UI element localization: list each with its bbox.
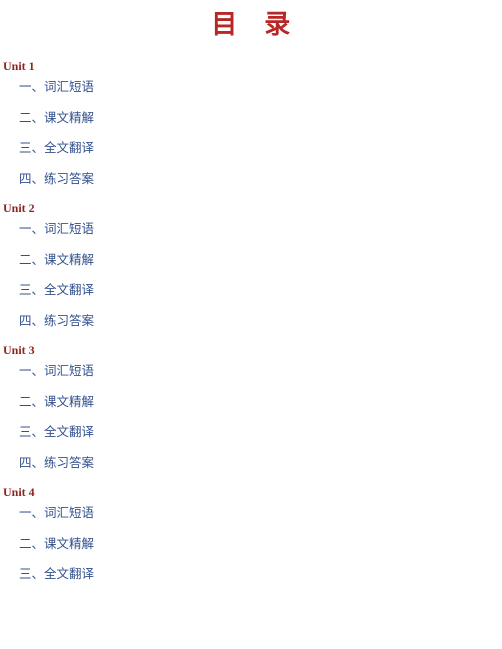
- toc-entry[interactable]: 四、练习答案: [0, 170, 502, 201]
- toc-entry[interactable]: 二、课文精解: [0, 109, 502, 140]
- unit-block: Unit 1 一、词汇短语 二、课文精解 三、全文翻译 四、练习答案: [0, 58, 502, 200]
- toc-entry[interactable]: 四、练习答案: [0, 312, 502, 343]
- toc-entry[interactable]: 三、全文翻译: [0, 423, 502, 454]
- toc-entry[interactable]: 三、全文翻译: [0, 139, 502, 170]
- unit-block: Unit 3 一、词汇短语 二、课文精解 三、全文翻译 四、练习答案: [0, 342, 502, 484]
- unit-heading: Unit 1: [3, 59, 35, 73]
- toc-entry[interactable]: 二、课文精解: [0, 393, 502, 424]
- toc-entry[interactable]: 三、全文翻译: [0, 281, 502, 312]
- toc-entry[interactable]: 一、词汇短语: [0, 504, 502, 535]
- toc-entry[interactable]: 一、词汇短语: [0, 78, 502, 109]
- toc-entry[interactable]: 二、课文精解: [0, 251, 502, 282]
- toc-entry[interactable]: 二、课文精解: [0, 535, 502, 566]
- unit-heading: Unit 3: [3, 343, 35, 357]
- page-title: 目 录: [211, 10, 291, 40]
- unit-block: Unit 2 一、词汇短语 二、课文精解 三、全文翻译 四、练习答案: [0, 200, 502, 342]
- unit-heading: Unit 2: [3, 201, 35, 215]
- toc-entry[interactable]: 四、练习答案: [0, 454, 502, 485]
- unit-heading: Unit 4: [3, 485, 35, 499]
- toc-entry[interactable]: 一、词汇短语: [0, 362, 502, 393]
- toc-entry[interactable]: 三、全文翻译: [0, 565, 502, 596]
- toc-list: Unit 1 一、词汇短语 二、课文精解 三、全文翻译 四、练习答案 Unit …: [0, 58, 502, 596]
- toc-entry[interactable]: 一、词汇短语: [0, 220, 502, 251]
- toc-page: 目 录 Unit 1 一、词汇短语 二、课文精解 三、全文翻译 四、练习答案 U…: [0, 0, 502, 649]
- unit-block: Unit 4 一、词汇短语 二、课文精解 三、全文翻译: [0, 484, 502, 596]
